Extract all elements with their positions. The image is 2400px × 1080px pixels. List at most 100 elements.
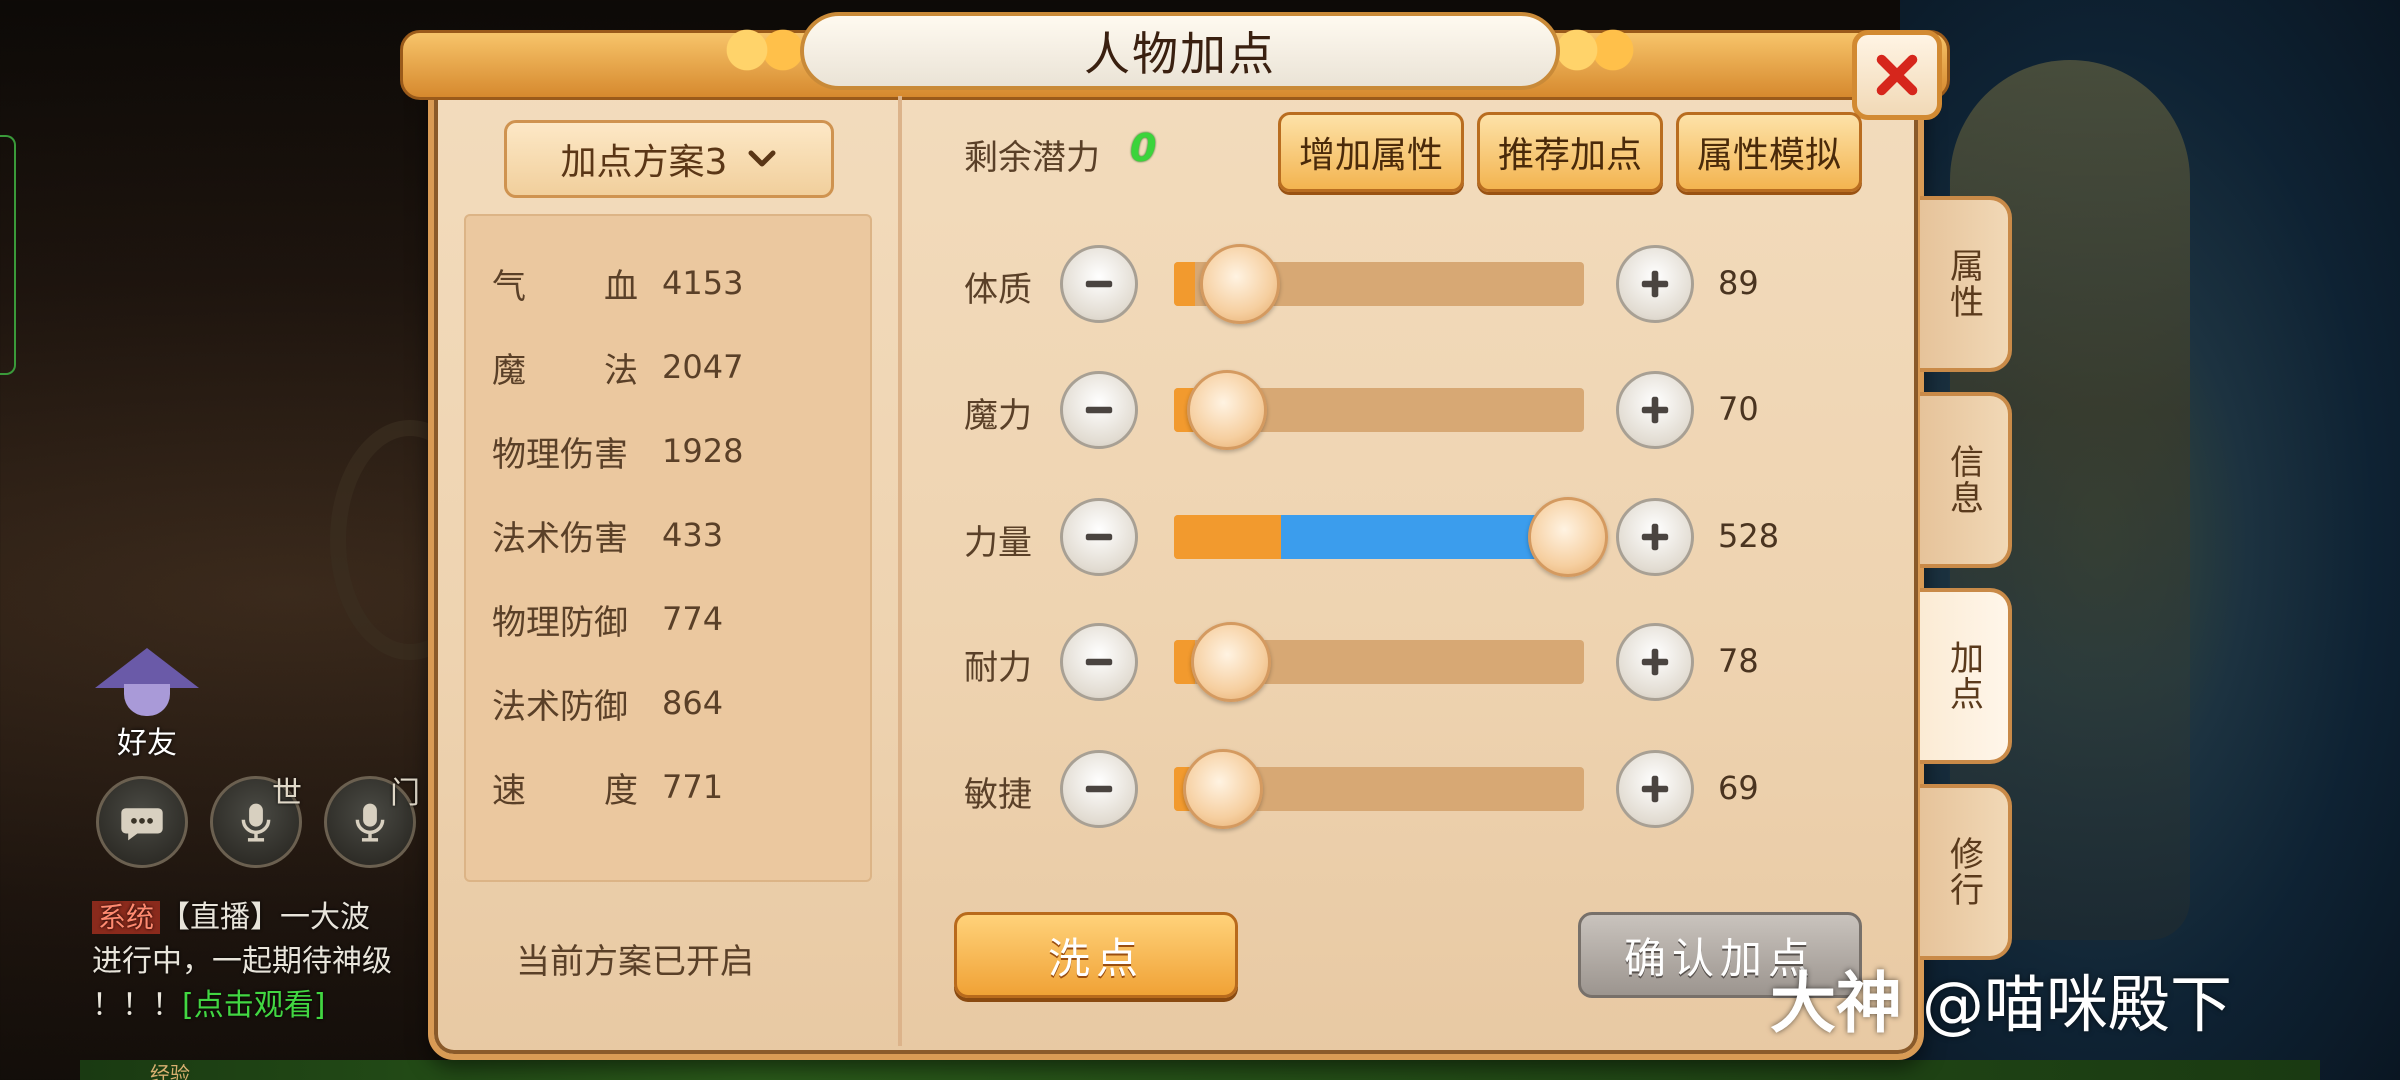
chat-line-3: ！！！ — [92, 988, 182, 1023]
chat-line-1: 【直播】一大波 — [160, 900, 371, 935]
side-tab[interactable]: 修行 — [1920, 784, 2012, 960]
decrease-button[interactable] — [1060, 371, 1138, 449]
slider-knob[interactable] — [1527, 497, 1608, 577]
attribute-value: 78 — [1718, 642, 1759, 680]
increase-button[interactable] — [1616, 498, 1694, 576]
stat-name-part: 气 — [492, 266, 526, 307]
plus-icon — [1641, 270, 1669, 298]
microphone-icon — [355, 803, 385, 842]
column-divider — [898, 96, 902, 1046]
remaining-potential-label: 剩余潜力 — [964, 138, 1100, 178]
stat-row: 法术伤害 433 — [492, 510, 723, 560]
stat-value: 771 — [662, 768, 724, 806]
base-fill — [1174, 262, 1195, 306]
watermark-handle: @喵咪殿下 — [1922, 968, 2233, 1041]
friend-avatar-icon — [95, 648, 199, 688]
stat-name: 魔法 — [492, 343, 638, 392]
increase-button[interactable] — [1616, 245, 1694, 323]
stat-row: 速度 771 — [492, 762, 723, 812]
increase-button[interactable] — [1616, 750, 1694, 828]
slider-knob[interactable] — [1191, 622, 1272, 702]
minus-icon — [1085, 280, 1113, 288]
watermark-brand: 大神 — [1770, 965, 1902, 1042]
slider-knob[interactable] — [1183, 749, 1264, 829]
stat-value: 774 — [662, 600, 724, 638]
world-channel-tag: 世 — [272, 776, 302, 811]
stat-value: 2047 — [662, 348, 744, 386]
stat-value: 864 — [662, 684, 724, 722]
stat-row: 物理伤害 1928 — [492, 426, 743, 476]
stat-value: 4153 — [662, 264, 744, 302]
plus-icon — [1641, 396, 1669, 424]
stat-name: 气血 — [492, 259, 638, 308]
side-tab[interactable]: 属性 — [1920, 196, 2012, 372]
plus-icon — [1641, 648, 1669, 676]
side-tab-label: 修行 — [1943, 836, 1984, 908]
slider-knob[interactable] — [1187, 370, 1268, 450]
plan-dropdown[interactable]: 加点方案3 — [504, 120, 834, 198]
title-plate: 人物加点 — [800, 12, 1560, 90]
increase-button[interactable] — [1616, 371, 1694, 449]
minus-icon — [1085, 658, 1113, 666]
stat-row: 魔法 2047 — [492, 342, 743, 392]
plus-icon — [1641, 775, 1669, 803]
cloud-ornament-icon — [720, 28, 810, 72]
side-tab-label: 属性 — [1943, 248, 1984, 320]
attribute-label: 敏捷 — [964, 775, 1032, 815]
stat-value: 1928 — [662, 432, 744, 470]
simulate-attribute-button[interactable]: 属性模拟 — [1676, 112, 1862, 192]
side-tab-label: 加点 — [1943, 640, 1984, 712]
attribute-label: 耐力 — [964, 648, 1032, 688]
cloud-ornament-icon — [1550, 28, 1640, 72]
close-icon — [1876, 54, 1918, 96]
attribute-label: 魔力 — [964, 396, 1032, 436]
experience-bar — [80, 1060, 2320, 1080]
stat-name-part: 魔 — [492, 350, 526, 391]
plan-status-text: 当前方案已开启 — [516, 942, 754, 982]
close-button[interactable] — [1852, 30, 1942, 120]
stat-name-part: 度 — [604, 770, 638, 811]
attribute-slider-track[interactable] — [1174, 515, 1584, 559]
reset-points-button[interactable]: 洗点 — [954, 912, 1238, 998]
stat-name-part: 速 — [492, 770, 526, 811]
add-attribute-button[interactable]: 增加属性 — [1278, 112, 1464, 192]
friend-avatar-face — [124, 684, 170, 716]
side-tab[interactable]: 信息 — [1920, 392, 2012, 568]
chat-watch-link[interactable]: [点击观看] — [182, 988, 325, 1023]
side-tab[interactable]: 加点 — [1920, 588, 2012, 764]
stat-name: 物理伤害 — [492, 434, 628, 475]
panel-title: 人物加点 — [1084, 27, 1276, 81]
friend-button[interactable]: 好友 — [92, 648, 202, 762]
chat-channel-badge: 系统 — [92, 901, 161, 934]
base-fill — [1174, 515, 1281, 559]
decrease-button[interactable] — [1060, 245, 1138, 323]
slider-knob[interactable] — [1199, 244, 1280, 324]
sect-channel-tag: 门 — [390, 776, 420, 811]
decrease-button[interactable] — [1060, 623, 1138, 701]
increase-button[interactable] — [1616, 623, 1694, 701]
attribute-label: 体质 — [964, 270, 1032, 310]
minus-icon — [1085, 406, 1113, 414]
decrease-button[interactable] — [1060, 498, 1138, 576]
chat-bubble-icon — [121, 808, 163, 841]
experience-label: 经验 — [150, 1062, 190, 1080]
stat-name: 法术伤害 — [492, 518, 628, 559]
stat-name-part: 血 — [604, 266, 638, 307]
left-edge-handle[interactable] — [0, 135, 16, 375]
side-tab-label: 信息 — [1943, 444, 1984, 516]
added-fill — [1280, 515, 1552, 559]
chat-button[interactable] — [96, 776, 188, 868]
minus-icon — [1085, 533, 1113, 541]
stat-value: 433 — [662, 516, 724, 554]
attribute-value: 89 — [1718, 264, 1759, 302]
chat-box[interactable]: 系统 【直播】一大波 进行中，一起期待神级 ！！！[点击观看] — [92, 896, 432, 1028]
stat-name: 速度 — [492, 763, 638, 812]
attribute-value: 70 — [1718, 390, 1759, 428]
decrease-button[interactable] — [1060, 750, 1138, 828]
recommend-points-button[interactable]: 推荐加点 — [1477, 112, 1663, 192]
stat-row: 气血 4153 — [492, 258, 743, 308]
attribute-label: 力量 — [964, 523, 1032, 563]
chat-line-2: 进行中，一起期待神级 — [92, 944, 392, 979]
stat-row: 法术防御 864 — [492, 678, 723, 728]
chevron-down-icon — [748, 150, 776, 167]
